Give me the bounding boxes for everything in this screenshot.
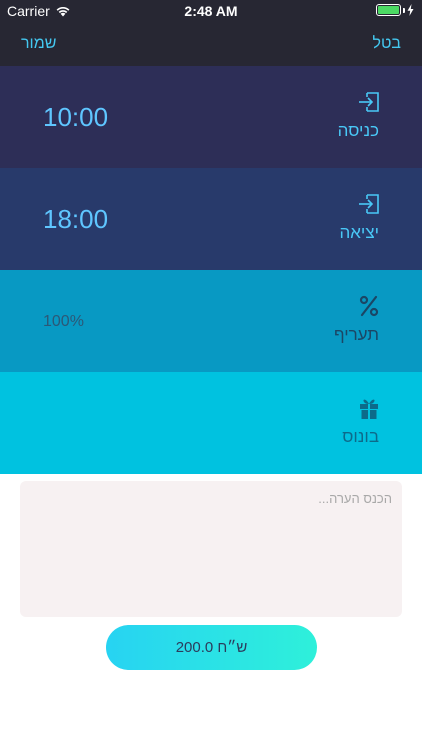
note-box — [20, 481, 402, 617]
percent-icon — [359, 295, 379, 317]
status-time: 2:48 AM — [184, 3, 238, 19]
sign-in-icon — [359, 92, 379, 112]
rate-row[interactable]: 100% תעריף — [0, 270, 422, 372]
battery-icon — [376, 4, 401, 16]
battery-tip — [403, 7, 405, 13]
rate-label: תעריף — [333, 325, 379, 344]
lightning-icon — [407, 4, 414, 16]
note-input[interactable] — [30, 491, 392, 607]
status-bar: Carrier 2:48 AM — [0, 0, 422, 22]
entry-label: כניסה — [337, 121, 379, 140]
total-amount-button[interactable]: 200.0 ש״ח — [106, 625, 317, 670]
battery-fill — [378, 6, 399, 14]
exit-time-value: 18:00 — [43, 204, 109, 234]
entry-time-value: 10:00 — [43, 102, 109, 132]
rate-value: 100% — [43, 313, 84, 330]
nav-bar: שמור בטל — [0, 22, 422, 66]
bonus-label: בונוס — [342, 427, 379, 446]
exit-time-row[interactable]: 18:00 יציאה — [0, 168, 422, 270]
exit-label: יציאה — [339, 223, 379, 242]
cancel-button[interactable]: בטל — [373, 35, 402, 53]
gift-icon — [360, 399, 378, 419]
total-amount-label: 200.0 ש״ח — [175, 639, 248, 656]
save-button[interactable]: שמור — [21, 35, 56, 53]
battery-indicator — [376, 4, 414, 16]
sign-out-icon — [359, 194, 379, 214]
entry-time-row[interactable]: 10:00 כניסה — [0, 66, 422, 168]
bonus-row[interactable]: בונוס — [0, 372, 422, 474]
